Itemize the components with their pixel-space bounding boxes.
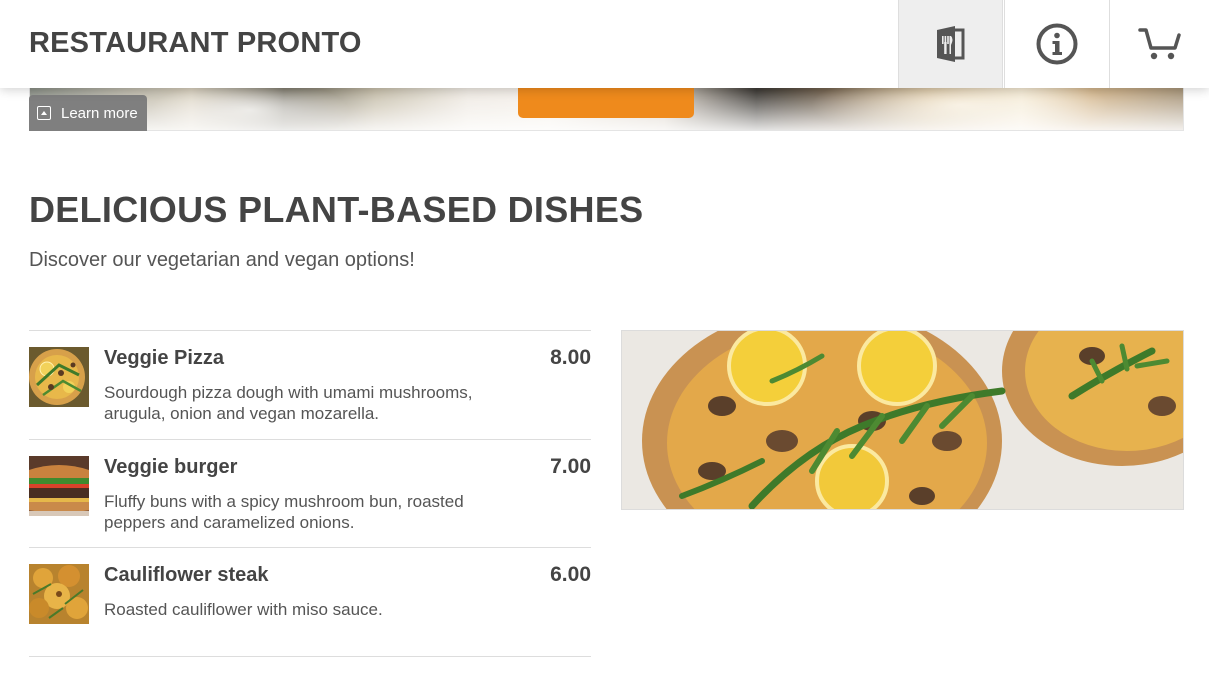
menu-item-veggie-burger[interactable]: Veggie burger 7.00 Fluffy buns with a sp… [29,440,591,548]
learn-more-label: Learn more [61,104,138,122]
item-price: 8.00 [550,346,591,369]
section-title: DELICIOUS PLANT-BASED DISHES [29,189,644,230]
menu-book-icon [936,26,964,62]
item-price: 7.00 [550,454,591,478]
item-name: Veggie burger [104,455,238,478]
restaurant-name: RESTAURANT PRONTO [29,27,362,59]
menu-item-cauliflower-steak[interactable]: Cauliflower steak 6.00 Roasted cauliflow… [29,548,591,657]
nav-cart-button[interactable] [1109,0,1209,88]
expand-up-icon [37,106,51,120]
pizza-thumbnail [29,347,89,407]
veggie-pizza-photo [621,330,1184,510]
section-subtitle: Discover our vegetarian and vegan option… [29,249,415,271]
menu-item-veggie-pizza[interactable]: Veggie Pizza 8.00 Sourdough pizza dough … [29,331,591,440]
item-description: Fluffy buns with a spicy mushroom bun, r… [104,491,464,532]
burger-thumbnail [29,455,89,516]
page: Learn more RESTAURANT PRONTO DELICIOUS P… [0,0,1209,695]
cart-icon [1137,28,1181,60]
item-description: Roasted cauliflower with miso sauce. [104,600,383,619]
learn-more-button[interactable]: Learn more [29,95,147,131]
nav-info-button[interactable] [1004,0,1109,88]
item-name: Veggie Pizza [104,347,225,369]
item-description: Sourdough pizza dough with umami mushroo… [104,383,473,423]
cauliflower-thumbnail [29,564,89,624]
nav-menu-button[interactable] [898,0,1003,88]
top-header: RESTAURANT PRONTO [0,0,1209,88]
menu-list: Veggie Pizza 8.00 Sourdough pizza dough … [29,330,591,657]
item-price: 6.00 [550,563,591,586]
info-icon [1036,23,1078,65]
item-name: Cauliflower steak [104,564,269,586]
